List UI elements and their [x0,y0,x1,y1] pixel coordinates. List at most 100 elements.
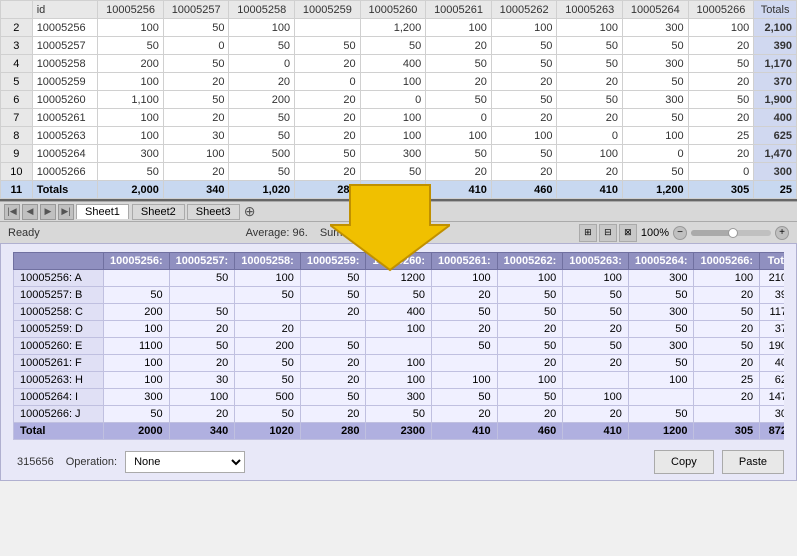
cell[interactable]: 50 [229,127,295,145]
cell[interactable]: 50 [688,91,754,109]
cell[interactable]: 50 [360,163,426,181]
col-header-b[interactable]: 10005256 [98,1,164,19]
cell[interactable]: 50 [163,55,229,73]
cell[interactable]: 100 [688,19,754,37]
cell-total[interactable]: 1,900 [754,91,797,109]
cell[interactable]: 100 [98,109,164,127]
cell[interactable]: 30 [163,127,229,145]
cell-total[interactable]: 2,100 [754,19,797,37]
cell[interactable]: 200 [98,55,164,73]
cell[interactable]: 1,100 [98,91,164,109]
col-header-i[interactable]: 10005263 [557,1,623,19]
cell[interactable]: 50 [229,163,295,181]
cell[interactable]: 20 [426,37,492,55]
cell[interactable]: 300 [623,19,689,37]
cell[interactable]: 50 [229,109,295,127]
cell[interactable]: 20 [295,127,361,145]
cell[interactable]: 50 [426,145,492,163]
sheet-nav-last[interactable]: ▶| [58,204,74,220]
cell[interactable]: 100 [98,19,164,37]
cell[interactable]: 100 [491,127,557,145]
cell[interactable]: 20 [557,73,623,91]
cell-total[interactable]: 1,170 [754,55,797,73]
page-layout-button[interactable]: ⊟ [599,224,617,242]
col-header-k[interactable]: 10005266 [688,1,754,19]
cell-total[interactable]: 300 [754,163,797,181]
cell[interactable]: 20 [688,109,754,127]
cell[interactable]: 100 [229,19,295,37]
col-header-d[interactable]: 10005258 [229,1,295,19]
cell[interactable]: 100 [557,145,623,163]
cell[interactable] [295,19,361,37]
cell[interactable]: 50 [360,37,426,55]
sheet-tab-sheet1[interactable]: Sheet1 [76,204,129,219]
col-header-j[interactable]: 10005264 [623,1,689,19]
cell[interactable]: 10005258 [32,55,98,73]
sheet-tab-sheet3[interactable]: Sheet3 [187,204,240,220]
paste-button[interactable]: Paste [722,450,784,474]
cell[interactable]: 50 [163,91,229,109]
cell[interactable]: 100 [557,19,623,37]
cell[interactable]: 10005261 [32,109,98,127]
cell[interactable]: 50 [98,37,164,55]
cell[interactable]: 0 [557,127,623,145]
cell[interactable]: 20 [426,163,492,181]
page-break-button[interactable]: ⊠ [619,224,637,242]
cell[interactable]: 50 [623,37,689,55]
cell[interactable]: 100 [426,127,492,145]
cell[interactable]: 20 [295,109,361,127]
cell[interactable]: 10005264 [32,145,98,163]
cell[interactable]: 300 [98,145,164,163]
zoom-slider-track[interactable] [691,230,771,236]
cell[interactable]: 20 [491,109,557,127]
cell[interactable]: 50 [623,109,689,127]
cell[interactable]: 10005256 [32,19,98,37]
cell[interactable]: 20 [688,73,754,91]
cell[interactable]: 100 [163,145,229,163]
cell[interactable]: 300 [360,145,426,163]
cell[interactable]: 20 [557,163,623,181]
sheet-nav-prev[interactable]: ◀ [22,204,38,220]
cell[interactable]: 300 [623,91,689,109]
cell[interactable]: 10005259 [32,73,98,91]
cell[interactable]: 20 [295,163,361,181]
col-header-g[interactable]: 10005261 [426,1,492,19]
cell[interactable]: 1,200 [360,19,426,37]
cell[interactable]: 0 [623,145,689,163]
col-header-h[interactable]: 10005262 [491,1,557,19]
cell[interactable]: 10005260 [32,91,98,109]
cell[interactable]: 20 [688,145,754,163]
cell[interactable]: 50 [295,37,361,55]
cell[interactable]: 50 [557,55,623,73]
cell[interactable]: 400 [360,55,426,73]
col-header-l[interactable]: Totals [754,1,797,19]
cell[interactable]: 20 [688,37,754,55]
cell[interactable]: 50 [426,91,492,109]
cell[interactable]: 0 [688,163,754,181]
cell[interactable]: 25 [688,127,754,145]
normal-view-button[interactable]: ⊞ [579,224,597,242]
sheet-nav-first[interactable]: |◀ [4,204,20,220]
copy-button[interactable]: Copy [654,450,714,474]
cell[interactable]: 20 [491,163,557,181]
cell[interactable]: 100 [623,127,689,145]
col-header-a[interactable]: id [32,1,98,19]
cell[interactable]: 20 [295,91,361,109]
operation-select[interactable]: None Sum Average Count [125,451,245,473]
cell[interactable]: 0 [295,73,361,91]
cell[interactable]: 50 [557,91,623,109]
cell[interactable]: 100 [360,109,426,127]
zoom-slider-thumb[interactable] [728,228,738,238]
cell-total[interactable]: 1,470 [754,145,797,163]
add-sheet-button[interactable]: ⊕ [242,204,258,220]
cell[interactable]: 0 [229,55,295,73]
cell[interactable]: 20 [295,55,361,73]
col-header-e[interactable]: 10005259 [295,1,361,19]
zoom-out-icon[interactable]: − [673,226,687,240]
sheet-nav-next[interactable]: ▶ [40,204,56,220]
cell[interactable]: 500 [229,145,295,163]
zoom-in-icon[interactable]: + [775,226,789,240]
cell[interactable]: 50 [688,55,754,73]
cell[interactable]: 100 [491,19,557,37]
cell[interactable]: 50 [229,37,295,55]
